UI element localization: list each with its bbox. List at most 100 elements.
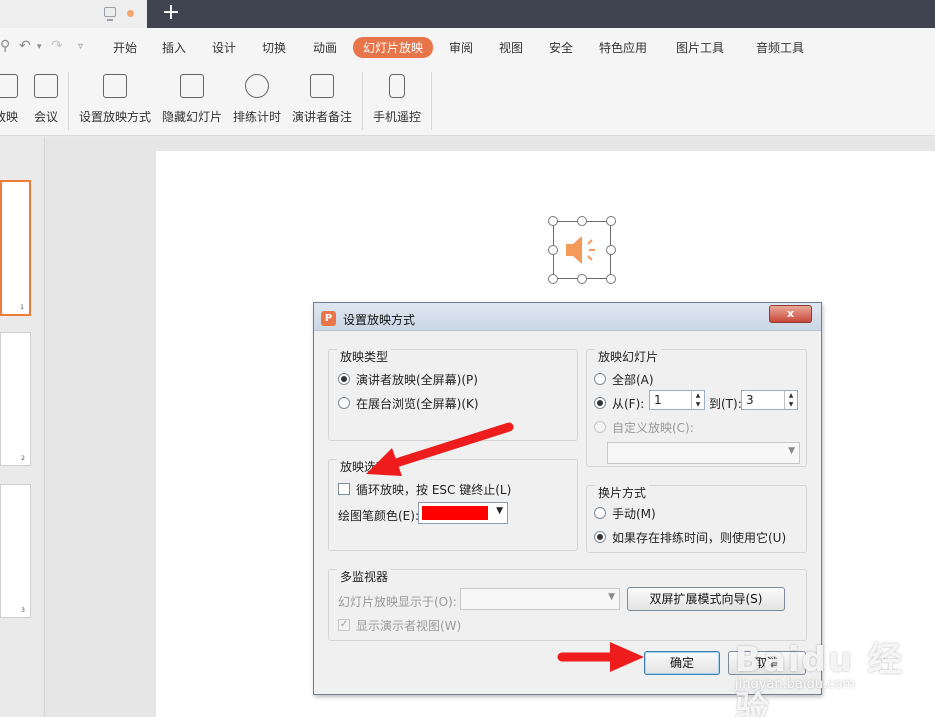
manual-advance-label[interactable]: 手动(M) [612,505,656,522]
from-slide-stepper[interactable]: 1 ▲ ▼ [649,390,705,410]
advance-slides-group: 换片方式 手动(M) 如果存在排练时间，则使用它(U) [586,484,807,553]
hide-slide-icon [180,74,204,98]
audio-object[interactable] [553,221,611,279]
manual-advance-radio[interactable] [594,507,606,519]
custom-show-select: ▼ [607,442,800,464]
resize-handle[interactable] [606,245,616,255]
pen-color-label: 绘图笔颜色(E): [338,509,419,523]
setup-show-icon [103,74,127,98]
menu-insert[interactable]: 插入 [162,39,186,56]
resize-handle[interactable] [606,216,616,226]
menu-security[interactable]: 安全 [549,39,573,56]
multi-monitor-group: 多监视器 幻灯片放映显示于(O): ▼ 双屏扩展模式向导(S) ✓ 显示演示者视… [328,568,807,641]
meeting-button[interactable]: 会议 [30,74,62,125]
pen-color-swatch [422,506,488,520]
menu-picture-tools[interactable]: 图片工具 [676,39,724,56]
menu-review[interactable]: 审阅 [449,39,473,56]
speaker-icon [566,236,595,264]
stepper-arrows-icon[interactable]: ▲ ▼ [691,391,704,409]
menu-start[interactable]: 开始 [113,39,137,56]
slide-thumbnail-pane: 1 2 3 [0,137,45,717]
hide-slide-button[interactable]: 隐藏幻灯片 [160,74,224,125]
resize-handle[interactable] [577,216,587,226]
chevron-down-icon: ▼ [496,506,503,516]
to-label: 到(T): [709,397,742,411]
slide-thumbnail[interactable]: 1 [0,180,31,316]
phone-remote-button[interactable]: 手机遥控 [371,74,423,125]
presenter-view-label: 显示演示者视图(W) [356,619,462,633]
show-options-group: 放映选项 循环放映，按 ESC 键终止(L) 绘图笔颜色(E): ▼ [328,458,578,551]
all-slides-radio[interactable] [594,373,606,385]
show-type-group: 放映类型 演讲者放映(全屏幕)(P) 在展台浏览(全屏幕)(K) [328,348,578,441]
slide-thumbnail[interactable]: 3 [0,484,31,618]
kiosk-mode-radio[interactable] [338,397,350,409]
custom-show-radio [594,421,606,433]
use-timings-label[interactable]: 如果存在排练时间，则使用它(U) [612,529,786,546]
use-timings-radio[interactable] [594,531,606,543]
loop-checkbox[interactable] [338,483,350,495]
rehearse-timings-button[interactable]: 排练计时 [231,74,283,125]
from-label: 从(F): [612,397,645,411]
display-on-select: ▼ [460,588,620,610]
menu-special-apps[interactable]: 特色应用 [599,39,647,56]
menu-view[interactable]: 视图 [499,39,523,56]
close-button[interactable]: x [769,305,812,323]
menu-transition[interactable]: 切换 [262,39,286,56]
new-tab-button[interactable]: + [160,2,182,24]
resize-handle[interactable] [548,274,558,284]
ok-button[interactable]: 确定 [644,651,720,675]
app-logo-icon: P [321,311,336,326]
baidu-watermark: Baidu 经验 [735,640,904,717]
ribbon-divider [431,72,432,130]
stepper-arrows-icon[interactable]: ▲ ▼ [784,391,797,409]
to-slide-stepper[interactable]: 3 ▲ ▼ [741,390,798,410]
monitor-icon [104,7,116,21]
document-tab[interactable] [0,0,147,28]
setup-show-button[interactable]: 设置放映方式 [78,74,152,125]
resize-handle[interactable] [548,245,558,255]
search-icon[interactable]: ⚲ [0,38,10,54]
from-slide-radio[interactable] [594,397,606,409]
notes-icon [310,74,334,98]
play-button[interactable]: 放映 [0,74,24,125]
presenter-view-checkbox: ✓ [338,619,350,631]
dialog-title: 设置放映方式 [343,313,416,327]
stopwatch-icon [245,74,269,98]
menu-bar: ⚲ ↶ ▾ ↷ ▿ 开始 插入 设计 切换 动画 幻灯片放映 审阅 视图 安全 … [0,28,935,66]
show-slides-group: 放映幻灯片 全部(A) 从(F): 1 ▲ ▼ 到(T): 3 ▲ ▼ 自定义放映(… [586,348,807,467]
play-icon [0,74,18,98]
title-bar: + [0,0,935,28]
chevron-down-icon: ▼ [608,592,615,602]
presenter-mode-label[interactable]: 演讲者放映(全屏幕)(P) [356,371,478,388]
meeting-icon [34,74,58,98]
display-on-label: 幻灯片放映显示于(O): [338,595,457,609]
ribbon: 放映 会议 设置放映方式 隐藏幻灯片 排练计时 演讲者备注 手机遥控 [0,66,935,136]
redo-icon: ↷ [51,38,63,54]
undo-dropdown-icon[interactable]: ▾ [37,42,42,52]
phone-icon [389,74,405,98]
custom-show-label: 自定义放映(C): [612,421,694,435]
ribbon-divider [68,72,69,130]
dialog-title-bar[interactable]: P 设置放映方式 x [314,303,821,331]
resize-handle[interactable] [606,274,616,284]
dual-screen-wizard-button[interactable]: 双屏扩展模式向导(S) [627,587,785,611]
menu-animation[interactable]: 动画 [313,39,337,56]
loop-label[interactable]: 循环放映，按 ESC 键终止(L) [356,481,511,498]
kiosk-mode-label[interactable]: 在展台浏览(全屏幕)(K) [356,395,479,412]
unsaved-dot-icon [127,10,134,17]
presenter-notes-button[interactable]: 演讲者备注 [290,74,354,125]
menu-slideshow[interactable]: 幻灯片放映 [353,37,434,58]
slide-thumbnail[interactable]: 2 [0,332,31,466]
pen-color-select[interactable]: ▼ [418,502,508,524]
ribbon-divider [362,72,363,130]
menu-audio-tools[interactable]: 音频工具 [756,39,804,56]
watermark-url: jingyan.baidu.com [735,677,855,692]
customize-dropdown-icon[interactable]: ▿ [78,41,83,52]
chevron-down-icon: ▼ [788,446,795,456]
undo-icon[interactable]: ↶ [19,38,31,54]
resize-handle[interactable] [548,216,558,226]
presenter-mode-radio[interactable] [338,373,350,385]
all-slides-label[interactable]: 全部(A) [612,371,654,388]
menu-design[interactable]: 设计 [212,39,236,56]
resize-handle[interactable] [577,274,587,284]
